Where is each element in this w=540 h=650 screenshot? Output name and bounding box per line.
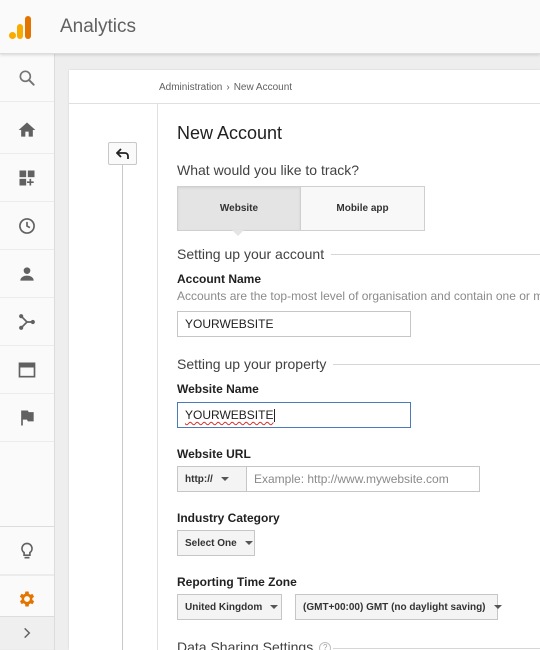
realtime-clock-icon — [19, 217, 35, 234]
search-icon — [19, 70, 35, 86]
nav-acquisition[interactable] — [0, 298, 54, 346]
industry-category-dropdown[interactable]: Select One — [177, 530, 255, 556]
breadcrumb: Administration › New Account — [159, 82, 292, 93]
acquisition-icon — [19, 313, 35, 330]
breadcrumb-administration[interactable]: Administration — [159, 82, 222, 93]
new-account-form: New Account What would you like to track… — [177, 104, 540, 650]
breadcrumb-current: New Account — [233, 82, 293, 93]
breadcrumb-bar: Administration › New Account — [69, 70, 540, 104]
nav-behavior[interactable] — [0, 346, 54, 394]
timezone-dropdown[interactable]: (GMT+00:00) GMT (no daylight saving) — [295, 594, 502, 620]
back-connector-line — [122, 165, 123, 650]
timezone-country-value: United Kingdom — [185, 601, 263, 613]
nav-audience[interactable] — [0, 250, 54, 298]
track-website-option[interactable]: Website — [178, 187, 301, 230]
account-name-label: Account Name — [177, 272, 262, 286]
protocol-value: http:// — [185, 473, 213, 485]
timezone-value: (GMT+00:00) GMT (no daylight saving) — [303, 601, 486, 613]
track-question: What would you like to track? — [177, 162, 360, 178]
reporting-time-zone-label: Reporting Time Zone — [177, 575, 297, 589]
selected-option-caret — [232, 230, 244, 236]
analytics-logo-icon[interactable] — [9, 15, 33, 39]
expand-chevron-icon — [24, 627, 31, 639]
admin-card: Administration › New Account New Account W… — [69, 70, 540, 650]
lightbulb-icon — [21, 542, 33, 558]
data-sharing-label: Data Sharing Settings — [177, 639, 314, 650]
industry-category-value: Select One — [185, 537, 237, 549]
app-title: Analytics — [60, 16, 137, 37]
behavior-icon — [18, 362, 36, 377]
track-type-toggle: Website Mobile app — [177, 186, 425, 231]
nav-realtime[interactable] — [0, 202, 54, 250]
home-icon — [18, 122, 36, 137]
nav-conversions[interactable] — [0, 394, 54, 442]
left-nav-rail — [0, 54, 55, 650]
data-sharing-rule — [333, 648, 540, 649]
dropdown-arrow-icon — [270, 605, 279, 609]
account-name-input[interactable]: YOURWEBSITE — [177, 311, 411, 337]
dropdown-arrow-icon — [493, 605, 502, 609]
dropdown-arrow-icon — [244, 541, 253, 545]
nav-discover[interactable] — [0, 527, 54, 575]
breadcrumb-separator: › — [226, 82, 230, 93]
admin-gear-icon — [19, 591, 35, 607]
back-arrow-icon — [115, 147, 129, 159]
nav-home[interactable] — [0, 106, 54, 154]
industry-category-label: Industry Category — [177, 511, 280, 525]
dropdown-arrow-icon — [220, 477, 229, 481]
account-name-help: Accounts are the top-most level of organ… — [177, 289, 540, 303]
app-header: Analytics — [0, 0, 540, 54]
protocol-dropdown[interactable]: http:// — [177, 466, 247, 492]
website-url-input[interactable]: Example: http://www.mywebsite.com — [246, 466, 480, 492]
account-section-title: Setting up your account — [177, 246, 325, 262]
customization-icon — [19, 170, 35, 185]
website-name-input[interactable]: YOURWEBSITE — [177, 402, 411, 428]
account-section-rule — [331, 254, 540, 255]
nav-expand[interactable] — [0, 616, 54, 650]
website-url-placeholder: Example: http://www.mywebsite.com — [254, 472, 449, 486]
nav-search[interactable] — [0, 54, 54, 102]
page-title: New Account — [177, 123, 283, 143]
nav-customization[interactable] — [0, 154, 54, 202]
property-section-rule — [333, 364, 540, 365]
property-section-title: Setting up your property — [177, 356, 327, 372]
account-name-value: YOURWEBSITE — [185, 317, 274, 331]
audience-person-icon — [20, 266, 34, 281]
website-name-label: Website Name — [177, 382, 259, 396]
back-column — [69, 104, 158, 650]
website-name-value: YOURWEBSITE — [185, 408, 274, 422]
track-mobile-app-option[interactable]: Mobile app — [301, 187, 424, 230]
data-sharing-title: Data Sharing Settings? — [177, 639, 332, 650]
text-cursor — [274, 408, 276, 422]
website-url-label: Website URL — [177, 447, 251, 461]
conversions-flag-icon — [21, 410, 34, 425]
help-question-icon[interactable]: ? — [319, 642, 332, 650]
timezone-country-dropdown[interactable]: United Kingdom — [177, 594, 282, 620]
back-button[interactable] — [108, 142, 137, 165]
